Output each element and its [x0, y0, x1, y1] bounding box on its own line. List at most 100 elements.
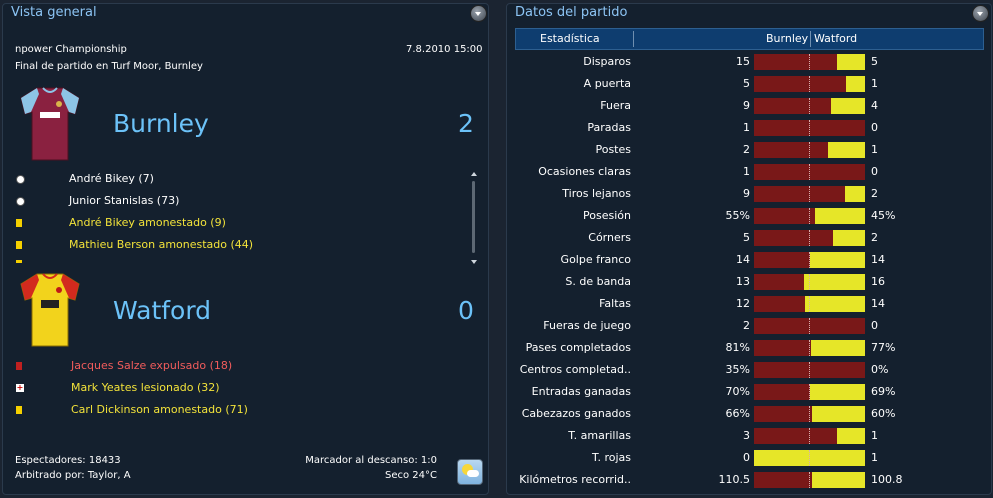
stat-label: Postes — [595, 143, 631, 156]
stat-label: Disparos — [583, 55, 631, 68]
home-value: 70% — [725, 385, 750, 398]
weather-text: Seco 24°C — [384, 470, 437, 481]
home-team-score: 2 — [458, 109, 474, 138]
comparison-bar — [754, 120, 865, 136]
stat-label: Fuera — [600, 99, 631, 112]
stat-row: Cabezazos ganados 66% 60% — [507, 403, 991, 425]
bar-midline — [809, 208, 810, 224]
home-value: 1 — [743, 165, 750, 178]
stat-row: Kilómetros recorrid.. 110.5 100.8 — [507, 469, 991, 491]
stat-row: S. de banda 13 16 — [507, 271, 991, 293]
comparison-bar — [754, 76, 865, 92]
home-value: 110.5 — [718, 473, 751, 486]
stat-label: Posesión — [583, 209, 631, 222]
stats-table-header: Estadística Burnley Watford — [515, 28, 984, 50]
yellow-card-icon — [16, 241, 22, 249]
stat-row: Faltas 12 14 — [507, 293, 991, 315]
away-value: 2 — [871, 231, 878, 244]
away-bar-fill — [844, 186, 865, 202]
away-value: 60% — [871, 407, 896, 420]
away-value: 14 — [871, 297, 885, 310]
comparison-bar — [754, 362, 865, 378]
away-value: 100.8 — [871, 473, 903, 486]
bar-midline — [809, 274, 810, 290]
overview-title: Vista general — [11, 5, 97, 20]
away-bar-fill — [812, 472, 865, 488]
stat-row: Fueras de juego 2 0 — [507, 315, 991, 337]
home-value: 9 — [743, 99, 750, 112]
away-bar-fill — [833, 230, 865, 246]
away-bar-fill — [830, 98, 865, 114]
home-value: 14 — [736, 253, 750, 266]
away-team-score: 0 — [458, 296, 474, 325]
ball-icon — [16, 197, 25, 206]
away-value: 1 — [871, 143, 878, 156]
bar-midline — [809, 450, 810, 466]
away-team-name: Watford — [113, 296, 212, 325]
header-away: Watford — [814, 32, 858, 45]
away-value: 77% — [871, 341, 896, 354]
comparison-bar — [754, 230, 865, 246]
event-item: Junior Stanislas (73) — [69, 194, 180, 207]
event-item: Mathieu Berson amonestado (44) — [69, 238, 254, 251]
event-item: André Bikey amonestado (9) — [69, 216, 226, 229]
stat-row: Ocasiones claras 1 0 — [507, 161, 991, 183]
stat-label: Kilómetros recorrid.. — [519, 473, 631, 486]
away-value: 2 — [871, 187, 878, 200]
away-bar-fill — [837, 428, 865, 444]
stat-label: Tiros lejanos — [562, 187, 631, 200]
scroll-down-icon[interactable] — [471, 260, 477, 264]
overview-collapse-icon[interactable] — [470, 5, 487, 22]
yellow-card-icon — [16, 260, 22, 263]
yellow-card-icon — [16, 219, 22, 227]
stat-row: T. rojas 0 1 — [507, 447, 991, 469]
stat-label: S. de banda — [565, 275, 631, 288]
stat-row: A puerta 5 1 — [507, 73, 991, 95]
header-stat: Estadística — [540, 32, 600, 45]
home-value: 66% — [725, 407, 750, 420]
away-value: 1 — [871, 77, 878, 90]
comparison-bar — [754, 428, 865, 444]
header-home: Burnley — [766, 32, 809, 45]
stat-label: T. rojas — [592, 451, 631, 464]
home-value: 12 — [736, 297, 750, 310]
home-value: 1 — [743, 121, 750, 134]
away-bar-fill — [809, 252, 865, 268]
comparison-bar — [754, 406, 865, 422]
home-value: 9 — [743, 187, 750, 200]
stats-collapse-icon[interactable] — [972, 5, 989, 22]
stat-row: T. amarillas 3 1 — [507, 425, 991, 447]
stat-label: Córners — [588, 231, 631, 244]
bar-midline — [809, 384, 810, 400]
home-value: 55% — [725, 209, 750, 222]
comparison-bar — [754, 296, 865, 312]
away-value: 1 — [871, 451, 878, 464]
halftime-score: Marcador al descanso: 1:0 — [305, 455, 437, 466]
attendance: Espectadores: 18433 — [15, 455, 121, 466]
away-bar-fill — [815, 208, 865, 224]
scroll-up-icon[interactable] — [471, 172, 477, 176]
comparison-bar — [754, 450, 865, 466]
bar-midline — [809, 362, 810, 378]
comparison-bar — [754, 208, 865, 224]
bar-midline — [809, 76, 810, 92]
home-kit-icon — [20, 87, 80, 161]
event-item: André Bikey (7) — [69, 172, 154, 185]
ball-icon — [16, 175, 25, 184]
referee: Arbitrado por: Taylor, A — [15, 470, 131, 481]
events-scrollbar[interactable] — [470, 172, 478, 264]
stat-label: Pases completados — [525, 341, 631, 354]
away-bar-fill — [803, 274, 865, 290]
away-value: 1 — [871, 429, 878, 442]
away-bar-fill — [805, 296, 865, 312]
bar-midline — [809, 252, 810, 268]
overview-panel: Vista general npower Championship 7.8.20… — [2, 3, 489, 495]
event-item: Carl Dickinson amonestado (71) — [71, 403, 248, 416]
stat-row: Golpe franco 14 14 — [507, 249, 991, 271]
red-card-icon — [16, 362, 22, 370]
stat-label: Faltas — [599, 297, 631, 310]
bar-midline — [809, 54, 810, 70]
home-value: 2 — [743, 319, 750, 332]
bar-midline — [809, 98, 810, 114]
scroll-thumb[interactable] — [472, 181, 475, 253]
